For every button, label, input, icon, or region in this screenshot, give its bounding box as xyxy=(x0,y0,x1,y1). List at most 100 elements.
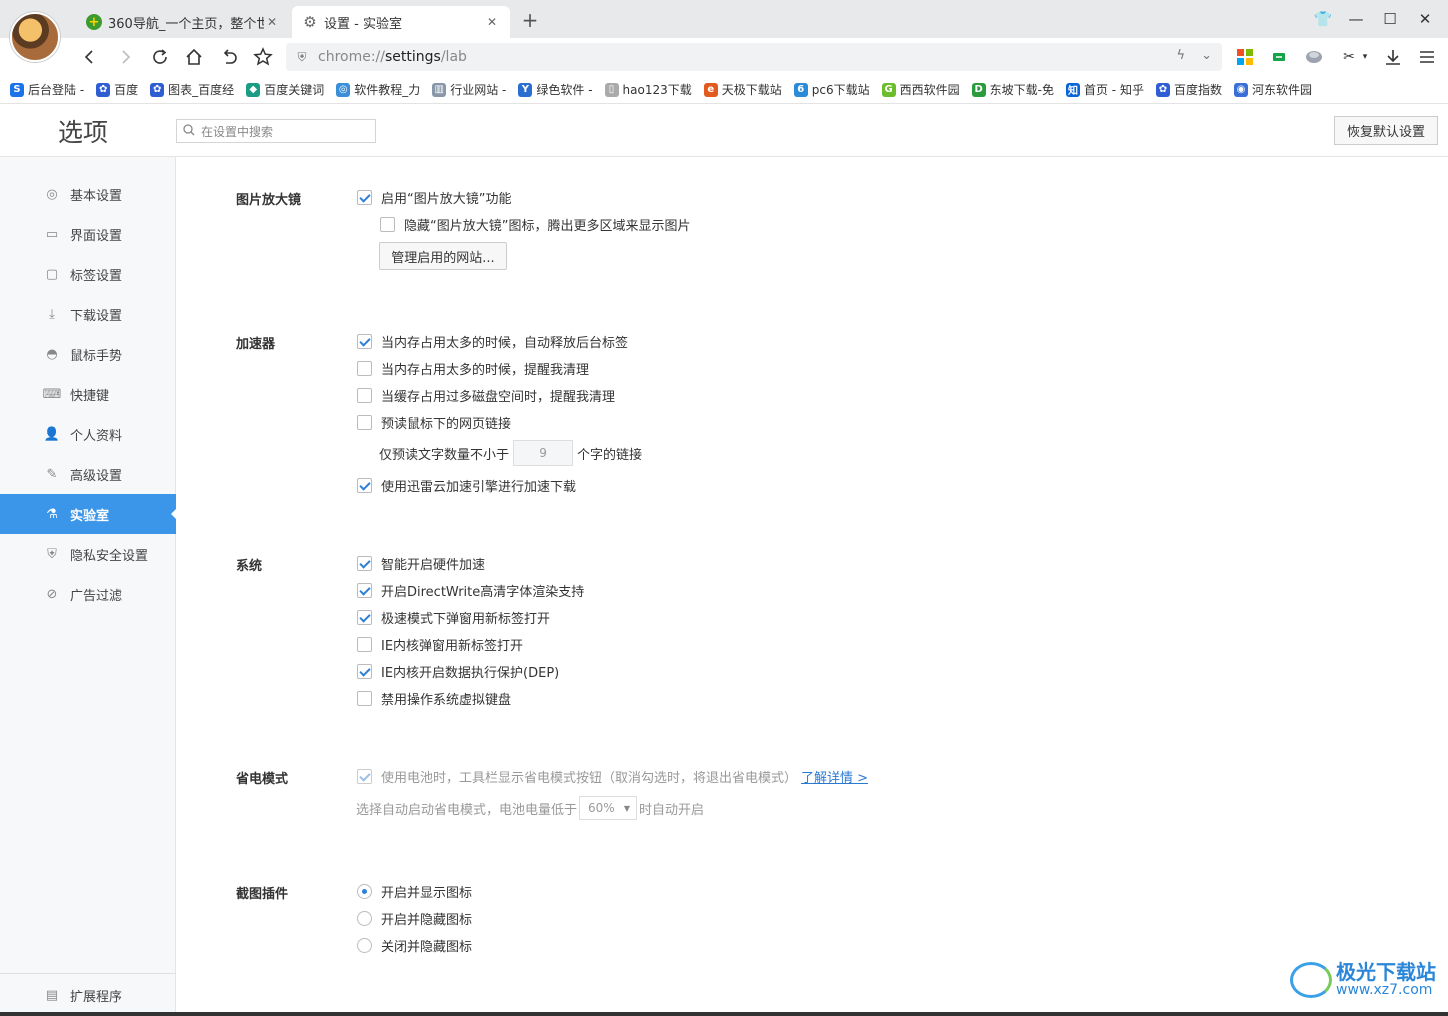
bookmark-item[interactable]: Y 绿色软件 - xyxy=(518,81,593,98)
sidebar-item-advanced[interactable]: ✎ 高级设置 xyxy=(0,454,176,494)
flag-icon[interactable] xyxy=(1268,46,1290,68)
home-button[interactable] xyxy=(180,43,208,71)
sidebar-item-profile[interactable]: 👤 个人资料 xyxy=(0,414,176,454)
accelerator-checkbox[interactable] xyxy=(357,388,372,403)
sidebar-item-shortcuts[interactable]: ⌨ 快捷键 xyxy=(0,374,176,414)
magnifier-hide-icon-checkbox[interactable] xyxy=(380,217,395,232)
sidebar-item-tabs[interactable]: ▢ 标签设置 xyxy=(0,254,176,294)
accelerator-option[interactable]: 预读鼠标下的网页链接 xyxy=(357,413,511,432)
sidebar-item-basic[interactable]: ◎ 基本设置 xyxy=(0,174,176,214)
screenshot-radio[interactable] xyxy=(357,884,372,899)
tab-settings-lab[interactable]: ⚙ 设置 - 实验室 ✕ xyxy=(292,6,510,38)
download-icon[interactable] xyxy=(1382,46,1404,68)
bookmark-item[interactable]: ✿ 百度 xyxy=(96,81,138,98)
accelerator-checkbox[interactable] xyxy=(357,334,372,349)
search-icon xyxy=(183,123,197,139)
forward-button[interactable] xyxy=(111,43,139,71)
prefetch-length-input[interactable]: 9 xyxy=(513,440,574,466)
chevron-down-icon[interactable]: ⌄ xyxy=(1201,48,1212,63)
magnifier-enable-option[interactable]: 启用“图片放大镜”功能 xyxy=(357,188,511,207)
settings-search-input[interactable]: 在设置中搜索 xyxy=(176,119,376,143)
watermark-line2: www.xz7.com xyxy=(1336,982,1433,999)
screenshot-radio[interactable] xyxy=(357,938,372,953)
accelerator-option[interactable]: 当内存占用太多的时候，自动释放后台标签 xyxy=(357,332,628,351)
minimize-button[interactable]: — xyxy=(1341,6,1371,32)
sidebar-item-mouse-gesture[interactable]: ◓ 鼠标手势 xyxy=(0,334,176,374)
sidebar-item-download[interactable]: ⤓ 下载设置 xyxy=(0,294,176,334)
reset-defaults-button[interactable]: 恢复默认设置 xyxy=(1334,116,1438,145)
system-checkbox[interactable] xyxy=(357,610,372,625)
accelerator-option[interactable]: 当内存占用太多的时候，提醒我清理 xyxy=(357,359,589,378)
screenshot-option[interactable]: 关闭并隐藏图标 xyxy=(357,936,472,955)
scissors-menu-chevron-icon[interactable]: ▾ xyxy=(1358,46,1372,68)
system-option[interactable]: 开启DirectWrite高清字体渲染支持 xyxy=(357,581,584,600)
accelerator-checkbox[interactable] xyxy=(357,415,372,430)
mouse-gesture-icon: ◓ xyxy=(46,346,58,362)
bookmark-item[interactable]: G 西西软件园 xyxy=(881,81,960,98)
reload-button[interactable] xyxy=(146,43,174,71)
tab-360-nav[interactable]: + 360导航_一个主页，整个世界 ✕ xyxy=(76,6,290,38)
option-label: 开启DirectWrite高清字体渲染支持 xyxy=(381,585,585,600)
screenshot-option[interactable]: 开启并隐藏图标 xyxy=(357,909,472,928)
sidebar-item-adblock[interactable]: ⊘ 广告过滤 xyxy=(0,574,176,614)
system-option[interactable]: 禁用操作系统虚拟键盘 xyxy=(357,689,511,708)
bookmark-item[interactable]: ◉ 河东软件园 xyxy=(1233,81,1312,98)
system-option[interactable]: IE内核弹窗用新标签打开 xyxy=(357,635,523,654)
system-checkbox[interactable] xyxy=(357,556,372,571)
bookmark-item[interactable]: 6 pc6下载站 xyxy=(793,81,870,98)
sidebar-item-privacy[interactable]: ⛨ 隐私安全设置 xyxy=(0,534,176,574)
sidebar-item-lab[interactable]: ⚗ 实验室 xyxy=(0,494,177,534)
system-option[interactable]: IE内核开启数据执行保护(DEP) xyxy=(357,662,559,681)
extension-cube-icon[interactable] xyxy=(1303,46,1325,68)
accelerator-checkbox[interactable] xyxy=(357,361,372,376)
bookmark-star-button[interactable] xyxy=(249,43,277,71)
home-icon xyxy=(186,48,202,65)
lightning-icon[interactable]: ϟ xyxy=(1177,48,1186,63)
option-label: IE内核开启数据执行保护(DEP) xyxy=(381,666,560,681)
bookmark-item[interactable]: ◆ 百度关键词 xyxy=(246,81,324,98)
menu-icon[interactable] xyxy=(1416,46,1438,68)
manage-sites-button[interactable]: 管理启用的网站... xyxy=(379,242,507,270)
taskbar-edge xyxy=(0,1012,1448,1016)
bookmark-item[interactable]: ▯ hao123下载 xyxy=(604,81,692,98)
apps-grid-icon[interactable] xyxy=(1234,46,1256,68)
screenshot-option[interactable]: 开启并显示图标 xyxy=(357,882,472,901)
system-checkbox[interactable] xyxy=(357,691,372,706)
bookmark-item[interactable]: S 后台登陆 - xyxy=(10,81,84,98)
back-button[interactable] xyxy=(76,43,104,71)
system-checkbox[interactable] xyxy=(357,664,372,679)
system-option[interactable]: 极速模式下弹窗用新标签打开 xyxy=(357,608,550,627)
search-placeholder: 在设置中搜索 xyxy=(201,124,274,139)
bookmark-item[interactable]: 知首页 - 知乎 xyxy=(1065,81,1144,98)
bookmark-favicon-icon: S xyxy=(10,82,24,97)
bookmark-item[interactable]: ✿ 百度指数 xyxy=(1155,81,1222,98)
bookmark-item[interactable]: D 东坡下载-免 xyxy=(971,81,1054,98)
bookmark-item[interactable]: ▥ 行业网站 - xyxy=(432,81,506,98)
thunder-accel-option[interactable]: 使用迅雷云加速引擎进行加速下载 xyxy=(357,476,576,495)
scissors-icon[interactable]: ✂ xyxy=(1338,46,1360,68)
new-tab-button[interactable]: + xyxy=(518,8,542,32)
close-tab-icon[interactable]: ✕ xyxy=(264,15,280,29)
maximize-button[interactable]: ☐ xyxy=(1375,6,1405,32)
thunder-accel-checkbox[interactable] xyxy=(357,478,372,493)
magnifier-hide-icon-option[interactable]: 隐藏“图片放大镜”图标，腾出更多区域来显示图片 xyxy=(380,215,690,234)
close-window-button[interactable]: ✕ xyxy=(1410,6,1440,32)
system-option[interactable]: 智能开启硬件加速 xyxy=(357,554,485,573)
bookmark-item[interactable]: ◎ 软件教程_力 xyxy=(336,81,420,98)
skin-button[interactable]: 👕 xyxy=(1308,6,1338,32)
sidebar-item-extensions[interactable]: ▤ 扩展程序 xyxy=(0,975,176,1015)
avatar[interactable] xyxy=(10,12,60,62)
bookmark-item[interactable]: e 天极下载站 xyxy=(703,81,782,98)
system-checkbox[interactable] xyxy=(357,583,372,598)
sidebar-item-ui[interactable]: ▭ 界面设置 xyxy=(0,214,176,254)
learn-more-link[interactable]: 了解详情 > xyxy=(801,767,868,786)
accelerator-option[interactable]: 当缓存占用过多磁盘空间时，提醒我清理 xyxy=(357,386,615,405)
close-tab-icon[interactable]: ✕ xyxy=(484,15,500,29)
chevron-right-icon xyxy=(122,50,131,64)
bookmark-item[interactable]: ✿ 图表_百度经 xyxy=(150,81,234,98)
undo-close-button[interactable] xyxy=(215,43,243,71)
system-checkbox[interactable] xyxy=(357,637,372,652)
screenshot-radio[interactable] xyxy=(357,911,372,926)
magnifier-enable-checkbox[interactable] xyxy=(357,190,372,205)
address-bar[interactable]: ⛨ chrome://settings/lab ϟ ⌄ xyxy=(286,43,1222,71)
